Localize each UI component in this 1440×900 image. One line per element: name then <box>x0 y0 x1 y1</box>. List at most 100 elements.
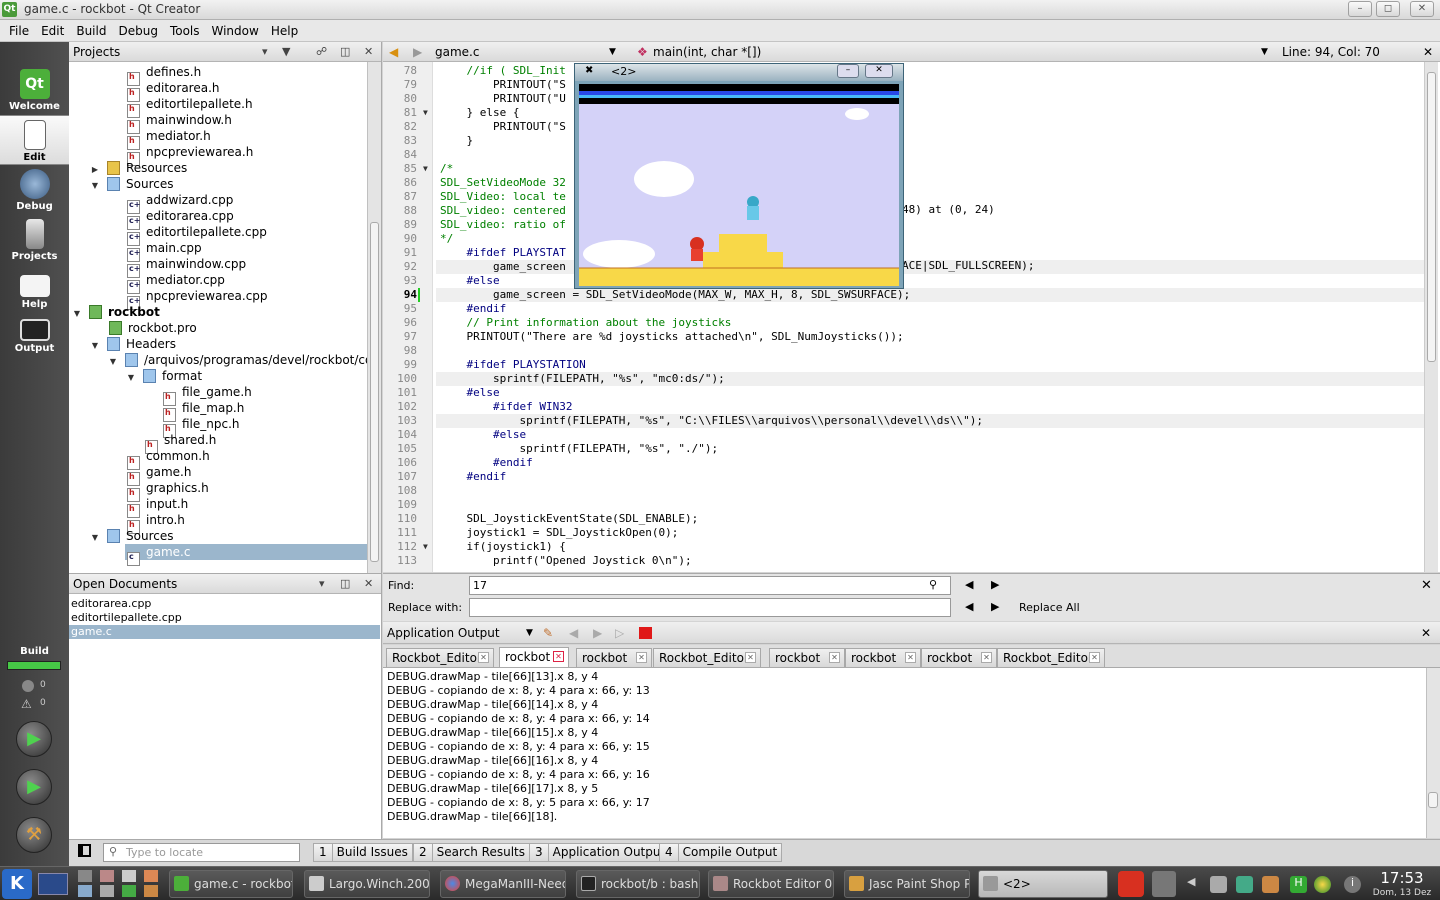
task-bash[interactable]: rockbot/b : bash <box>576 870 700 898</box>
projects-title[interactable]: Projects <box>73 45 120 59</box>
mode-welcome[interactable]: Qt Welcome <box>0 65 69 115</box>
tools-launcher-icon[interactable] <box>100 870 114 882</box>
network-icon[interactable] <box>1236 876 1253 893</box>
open-document-item[interactable]: editorarea.cpp <box>69 597 380 611</box>
projects-scrollbar[interactable] <box>367 62 381 573</box>
chevron-down-icon[interactable]: ▼ <box>609 42 616 62</box>
forward-arrow-icon[interactable]: ▶ <box>413 42 422 62</box>
output-tab[interactable]: rockbot ✕ <box>921 648 997 667</box>
tree-item[interactable]: h intro.h <box>127 512 185 534</box>
clock[interactable]: 17:53 Dom, 13 Dez <box>1368 868 1436 898</box>
tree-item[interactable]: c+ editorarea.cpp <box>127 208 234 230</box>
tray-h-icon[interactable]: H <box>1290 876 1307 893</box>
function-selector[interactable]: main(int, char *[]) <box>653 42 761 62</box>
app-launcher-icon[interactable] <box>122 885 136 897</box>
sdl-game-window[interactable]: ✖ <2> – ✕ <box>574 63 904 289</box>
application-output-text[interactable]: DEBUG.drawMap - tile[66][13].x 8, y 4 DEB… <box>383 667 1440 838</box>
output-title[interactable]: Application Output <box>387 622 500 644</box>
tree-item[interactable]: h input.h <box>127 496 188 518</box>
pane-application-output[interactable]: 3 Application Output <box>529 843 671 862</box>
chevron-down-icon[interactable]: ▼ <box>71 306 83 322</box>
next-icon[interactable]: ▶ <box>593 622 602 644</box>
link-icon[interactable]: ☍ <box>316 42 327 62</box>
tree-folder-sources[interactable]: ▼ Sources <box>89 176 173 192</box>
tree-item[interactable]: h file_map.h <box>163 400 244 422</box>
scrollbar-thumb[interactable] <box>1427 72 1436 362</box>
fold-marker-icon[interactable]: ▼ <box>423 164 428 173</box>
tree-folder-format[interactable]: ▼ format <box>125 368 202 384</box>
split-icon[interactable]: ◫ <box>340 42 350 62</box>
menu-edit[interactable]: Edit <box>35 20 70 42</box>
replace-input[interactable] <box>469 598 951 617</box>
editor-launcher-icon[interactable] <box>122 870 136 882</box>
find-input[interactable]: 17 <box>469 576 951 595</box>
chevron-down-icon[interactable]: ▼ <box>89 178 101 194</box>
menu-build[interactable]: Build <box>70 20 112 42</box>
tree-item-selected[interactable]: c game.c <box>125 544 367 566</box>
pane-build-issues[interactable]: 1 Build Issues <box>313 843 413 862</box>
output-tab[interactable]: Rockbot_Editor ✕ <box>386 648 494 667</box>
build-button[interactable]: ⚒ <box>16 817 52 853</box>
globe-icon[interactable] <box>1314 876 1331 893</box>
tray-app-icon[interactable] <box>1262 876 1279 893</box>
vlc-launcher-icon[interactable] <box>144 870 158 882</box>
output-tab[interactable]: Rockbot_Editor ✕ <box>997 648 1105 667</box>
replace-previous-button[interactable]: ◀ <box>965 600 973 613</box>
close-tab-icon[interactable]: ✕ <box>829 652 840 663</box>
replace-next-button[interactable]: ▶ <box>991 600 999 613</box>
filter-icon[interactable]: ▼ <box>282 42 290 62</box>
info-icon[interactable]: i <box>1344 876 1361 893</box>
task-largo[interactable]: Largo.Winch.200 <box>304 870 430 898</box>
task-browser[interactable]: MegaManIII-Need <box>440 870 566 898</box>
show-desktop-icon[interactable] <box>38 873 68 895</box>
close-tab-icon[interactable]: ✕ <box>553 651 564 662</box>
editor-scrollbar[interactable] <box>1424 62 1438 572</box>
task-sdl-window[interactable]: <2> <box>978 870 1108 898</box>
find-next-button[interactable]: ▶ <box>991 578 999 591</box>
debug-run-button[interactable]: ▶ <box>16 769 52 805</box>
output-tab-active[interactable]: rockbot ✕ <box>499 647 569 667</box>
code-editor[interactable]: 78 79 80 81 ▼ 82 83 84 85 ▼ 86 87 88 89 90 91 92 93 94 95 96… <box>383 62 1440 572</box>
pane-search-results[interactable]: 2 Search Results <box>413 843 531 862</box>
tree-item[interactable]: h common.h <box>127 448 210 470</box>
tree-item[interactable]: h game.h <box>127 464 191 486</box>
previous-icon[interactable]: ◀ <box>569 622 578 644</box>
tree-item[interactable]: h file_game.h <box>163 384 252 406</box>
mode-debug[interactable]: Debug <box>0 165 69 215</box>
chevron-down-icon[interactable]: ▼ <box>526 622 533 644</box>
scrollbar-thumb[interactable] <box>1428 792 1438 808</box>
file-selector[interactable]: game.c <box>435 42 479 62</box>
tree-item[interactable]: h graphics.h <box>127 480 209 502</box>
pane-compile-output[interactable]: 4 Compile Output <box>659 843 783 862</box>
output-scrollbar[interactable] <box>1426 668 1440 838</box>
close-output-icon[interactable]: ✕ <box>1421 622 1431 644</box>
close-tab-icon[interactable]: ✕ <box>981 652 992 663</box>
tree-folder-resources[interactable]: ▶ Resources <box>89 160 187 176</box>
close-button[interactable]: ✕ <box>1410 1 1434 17</box>
minimize-button[interactable]: – <box>1348 1 1372 17</box>
tree-folder-sources[interactable]: ▼ Sources <box>89 528 173 544</box>
mode-projects[interactable]: Projects <box>0 215 69 265</box>
tree-item[interactable]: h mediator.h <box>127 128 211 150</box>
chevron-down-icon[interactable]: ▼ <box>107 354 119 370</box>
output-tab[interactable]: rockbot ✕ <box>769 648 845 667</box>
task-rockbot-editor[interactable]: Rockbot Editor 0 <box>708 870 834 898</box>
close-tab-icon[interactable]: ✕ <box>745 652 756 663</box>
tree-item[interactable]: c+ mediator.cpp <box>127 272 225 294</box>
close-find-icon[interactable]: ✕ <box>1421 578 1432 593</box>
fold-marker-icon[interactable]: ▼ <box>423 108 428 117</box>
app2-launcher-icon[interactable] <box>144 885 158 897</box>
tree-item[interactable]: h file_npc.h <box>163 416 240 438</box>
split-icon[interactable]: ◫ <box>340 574 350 594</box>
mode-help[interactable]: Help <box>0 265 69 315</box>
close-tab-icon[interactable]: ✕ <box>1089 652 1100 663</box>
power-icon[interactable] <box>1118 871 1144 897</box>
toggle-sidebar-icon[interactable] <box>78 844 91 857</box>
task-qtcreator[interactable]: game.c - rockbot <box>169 870 293 898</box>
clean-output-icon[interactable]: ✎ <box>543 622 553 644</box>
chevron-down-icon[interactable]: ▾ <box>319 574 325 594</box>
tree-folder-path[interactable]: ▼ /arquivos/programas/devel/rockbot/co <box>107 352 368 368</box>
close-panel-icon[interactable]: ✕ <box>364 574 373 594</box>
tree-item[interactable]: h mainwindow.h <box>127 112 232 134</box>
mode-edit[interactable]: Edit <box>0 115 69 165</box>
